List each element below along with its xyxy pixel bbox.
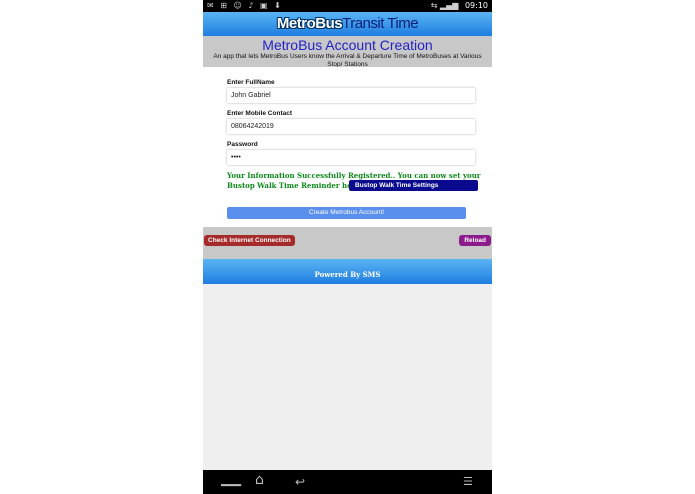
- action-bar: Check Internet Connection Reload: [203, 227, 492, 259]
- back-icon[interactable]: ↩: [295, 476, 305, 488]
- home-icon[interactable]: ⌂: [255, 473, 264, 487]
- notification-icons: ✉ ⊞ ☺ ♪ ▣ ⬇: [207, 1, 283, 10]
- status-bar: ✉ ⊞ ☺ ♪ ▣ ⬇ ⇆ ▂▄▆ 09:10: [203, 0, 492, 12]
- app-title-part1: MetroBus: [276, 15, 343, 32]
- clock: 09:10: [464, 1, 488, 10]
- reload-button[interactable]: Reload: [459, 235, 491, 246]
- password-label: Password: [227, 141, 258, 148]
- fullname-input[interactable]: John Gabriel: [227, 88, 475, 103]
- phone-screen: ✉ ⊞ ☺ ♪ ▣ ⬇ ⇆ ▂▄▆ 09:10 MetroBusTransit …: [203, 0, 492, 494]
- mobile-input[interactable]: 08064242019: [227, 119, 475, 134]
- page-title: MetroBus Account Creation: [262, 37, 433, 53]
- menu-icon[interactable]: ☰: [463, 476, 473, 488]
- footer: Powered By SMS: [203, 259, 492, 284]
- minimize-icon[interactable]: ▁▁: [221, 473, 241, 486]
- signal-icon: ⇆ ▂▄▆: [430, 1, 459, 10]
- page-title-box: MetroBus Account Creation An app that le…: [203, 36, 492, 68]
- fullname-label: Enter FullName: [227, 79, 275, 86]
- registration-form: Enter FullName John Gabriel Enter Mobile…: [203, 67, 492, 227]
- check-connection-button[interactable]: Check Internet Connection: [204, 235, 295, 246]
- app-header: MetroBusTransit Time: [203, 12, 492, 36]
- password-input[interactable]: ••••: [227, 150, 475, 165]
- app-title-part2: Transit Time: [342, 15, 419, 32]
- mobile-label: Enter Mobile Contact: [227, 110, 293, 117]
- navigation-bar: ▁▁ ⌂ ↩ ☰: [203, 470, 492, 494]
- walk-time-settings-button[interactable]: Bustop Walk Time Settings: [349, 180, 478, 191]
- create-account-button[interactable]: Create Metrobus Account!: [227, 207, 466, 219]
- status-right: ⇆ ▂▄▆ 09:10: [431, 1, 488, 10]
